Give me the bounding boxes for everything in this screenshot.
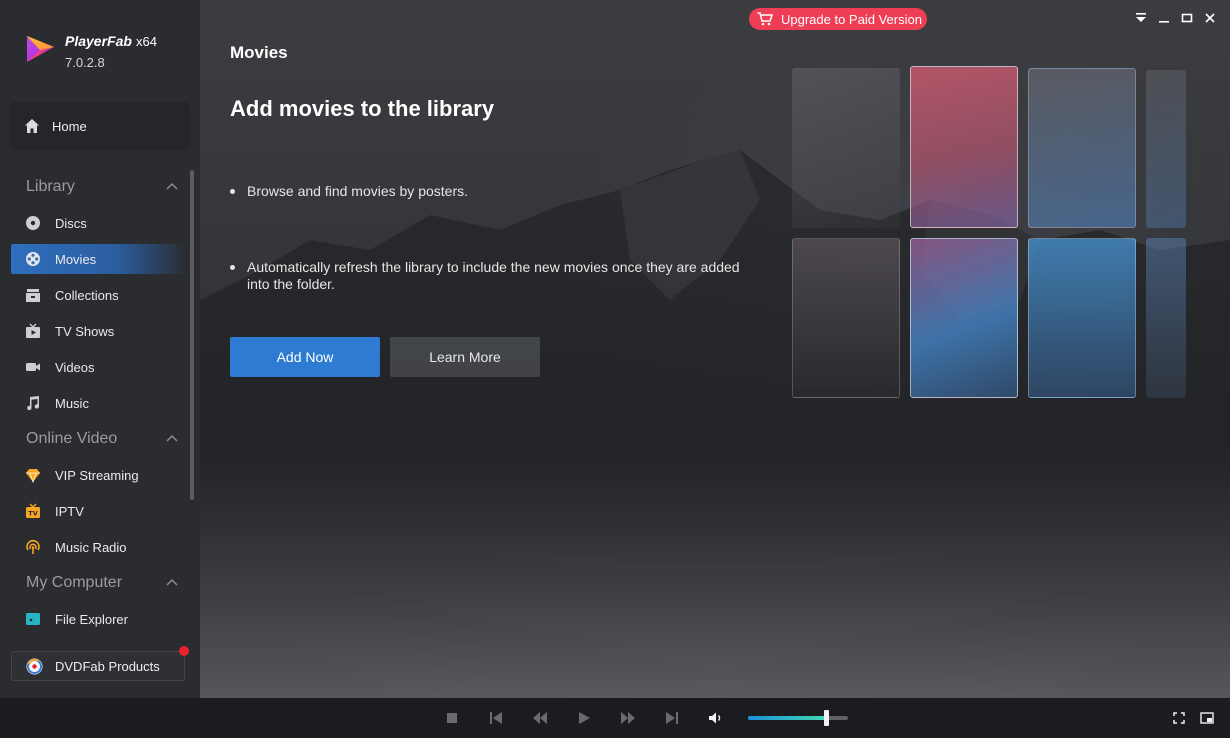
app-version: 7.0.2.8 bbox=[65, 55, 105, 70]
play-icon[interactable] bbox=[575, 709, 593, 727]
tv-icon bbox=[25, 323, 41, 339]
previous-track-icon[interactable] bbox=[487, 709, 505, 727]
poster-tile bbox=[1028, 68, 1136, 228]
chevron-up-icon[interactable] bbox=[166, 577, 178, 589]
close-icon[interactable] bbox=[1203, 11, 1217, 25]
poster-tile bbox=[1146, 70, 1186, 228]
feature-bullet: Browse and find movies by posters. bbox=[230, 183, 750, 200]
poster-tile bbox=[792, 68, 900, 228]
file-explorer-icon bbox=[25, 611, 41, 627]
feature-bullet: Automatically refresh the library to inc… bbox=[230, 259, 750, 293]
sidebar-item-music-radio[interactable]: Music Radio bbox=[11, 532, 187, 562]
fullscreen-icon[interactable] bbox=[1170, 709, 1188, 727]
sidebar-item-label: File Explorer bbox=[55, 611, 128, 627]
dropdown-menu-icon[interactable] bbox=[1134, 11, 1148, 25]
section-library: Library bbox=[26, 178, 75, 195]
app-arch: x64 bbox=[136, 34, 157, 49]
sidebar-item-label: Home bbox=[52, 118, 87, 134]
add-now-button[interactable]: Add Now bbox=[230, 337, 380, 377]
player-bar bbox=[0, 698, 1230, 738]
rewind-icon[interactable] bbox=[531, 709, 549, 727]
video-camera-icon bbox=[25, 359, 41, 375]
sidebar-item-videos[interactable]: Videos bbox=[11, 352, 187, 382]
radio-signal-icon bbox=[25, 539, 41, 555]
poster-tile bbox=[910, 238, 1018, 398]
sidebar-item-collections[interactable]: Collections bbox=[11, 280, 187, 310]
sidebar-item-label: IPTV bbox=[55, 503, 84, 519]
app-brand: PlayerFab bbox=[65, 33, 132, 49]
sidebar-item-label: Videos bbox=[55, 359, 95, 375]
headline: Add movies to the library bbox=[230, 96, 495, 121]
stop-icon[interactable] bbox=[443, 709, 461, 727]
upgrade-button[interactable]: Upgrade to Paid Version bbox=[749, 8, 927, 30]
main-content: Movies Add movies to the library Browse … bbox=[200, 0, 1230, 698]
volume-fill bbox=[748, 716, 826, 720]
disc-icon bbox=[25, 215, 41, 231]
svg-text:TV: TV bbox=[28, 510, 37, 518]
playerfab-logo-icon bbox=[27, 36, 54, 62]
sidebar-item-label: TV Shows bbox=[55, 323, 115, 339]
sidebar-item-label: Music Radio bbox=[55, 539, 127, 555]
sidebar-item-iptv[interactable]: TV IPTV bbox=[11, 496, 187, 526]
poster-tile bbox=[792, 238, 900, 398]
film-reel-icon bbox=[25, 251, 41, 267]
sidebar-item-tv-shows[interactable]: TV Shows bbox=[11, 316, 187, 346]
sidebar: PlayerFab x64 7.0.2.8 Home Library Discs… bbox=[0, 0, 200, 698]
poster-tile bbox=[1028, 238, 1136, 398]
volume-icon[interactable] bbox=[707, 709, 725, 727]
fast-forward-icon[interactable] bbox=[619, 709, 637, 727]
next-track-icon[interactable] bbox=[663, 709, 681, 727]
learn-more-button[interactable]: Learn More bbox=[390, 337, 540, 377]
volume-slider-handle[interactable] bbox=[824, 710, 829, 726]
cart-icon bbox=[757, 12, 773, 26]
page-title: Movies bbox=[230, 43, 288, 62]
sidebar-item-music[interactable]: Music bbox=[11, 388, 187, 418]
poster-tile bbox=[1146, 238, 1186, 398]
volume-slider[interactable] bbox=[748, 716, 848, 720]
upgrade-label: Upgrade to Paid Version bbox=[781, 11, 922, 27]
diamond-icon bbox=[25, 467, 41, 483]
sidebar-item-vip-streaming[interactable]: VIP Streaming bbox=[11, 460, 187, 490]
notification-badge bbox=[179, 646, 189, 656]
music-note-icon bbox=[25, 395, 41, 411]
chevron-up-icon[interactable] bbox=[166, 433, 178, 445]
sidebar-item-discs[interactable]: Discs bbox=[11, 208, 187, 238]
sidebar-item-label: Discs bbox=[55, 215, 87, 231]
dvdfab-products-button[interactable]: DVDFab Products bbox=[11, 651, 185, 681]
iptv-icon: TV bbox=[25, 503, 41, 519]
section-my-computer: My Computer bbox=[26, 574, 123, 591]
sidebar-item-label: Movies bbox=[55, 251, 97, 267]
dvdfab-products-label: DVDFab Products bbox=[55, 658, 160, 674]
sidebar-item-label: Collections bbox=[55, 287, 119, 303]
mini-player-icon[interactable] bbox=[1198, 709, 1216, 727]
minimize-icon[interactable] bbox=[1157, 11, 1171, 25]
home-icon bbox=[25, 119, 39, 133]
collection-box-icon bbox=[25, 287, 41, 303]
sidebar-item-label: Music bbox=[55, 395, 89, 411]
section-online-video: Online Video bbox=[26, 430, 118, 447]
sidebar-scrollbar[interactable] bbox=[190, 170, 194, 500]
sidebar-item-home[interactable]: Home bbox=[10, 102, 190, 150]
sidebar-item-label: VIP Streaming bbox=[55, 467, 139, 483]
sidebar-item-file-explorer[interactable]: File Explorer bbox=[11, 604, 187, 634]
maximize-icon[interactable] bbox=[1180, 11, 1194, 25]
sidebar-item-movies[interactable]: Movies bbox=[11, 244, 187, 274]
dvdfab-logo-icon bbox=[26, 658, 43, 674]
poster-tile bbox=[910, 66, 1018, 228]
chevron-up-icon[interactable] bbox=[166, 181, 178, 193]
